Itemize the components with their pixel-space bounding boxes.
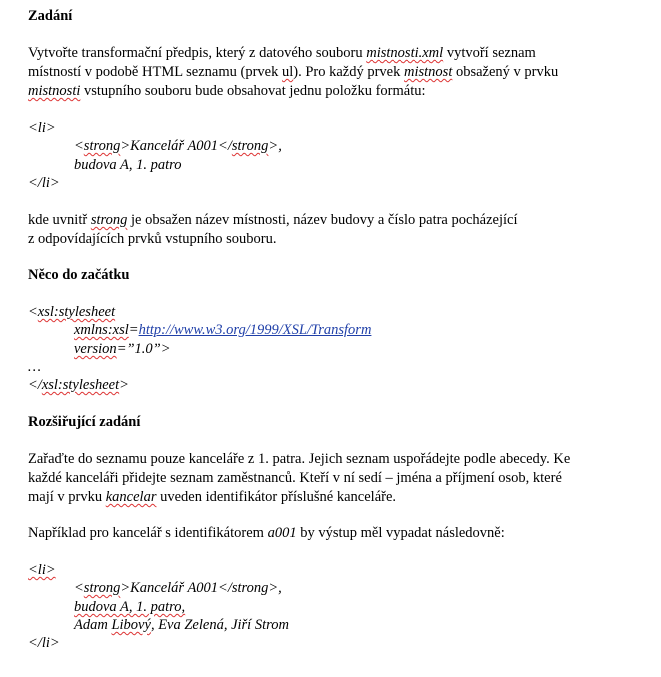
text: místností v podobě HTML seznamu (prvek [28,64,282,80]
code-li-open: <li> [28,120,56,136]
paragraph-line: kde uvnitř strong je obsažen název místn… [28,211,518,229]
text: >, [268,138,282,154]
code-line: version=”1.0”> [74,340,171,358]
text: je obsažen název místnosti, název budovy… [127,212,518,228]
code-strong: strong [83,580,121,596]
text: < [74,138,84,154]
paragraph-line: místností v podobě HTML seznamu (prvek u… [28,63,558,81]
filename-mistnosti-xml: mistnosti.xml [366,45,444,61]
code-xmlns-xsl: xmlns:xsl [74,322,129,338]
code-line: xmlns:xsl=http://www.w3.org/1999/XSL/Tra… [74,321,371,339]
document-page: Zadání Vytvořte transformační předpis, k… [0,0,661,677]
code-li-open: <li> [28,562,56,578]
code-line: <strong>Kancelář A001</strong>, [74,579,282,597]
code-strong: strong [83,138,121,154]
code-line: <strong>Kancelář A001</strong>, [74,137,282,155]
text: ). Pro každý prvek [293,64,404,80]
text: < [28,304,38,320]
code-ellipsis: … [28,359,41,375]
xsl-namespace-link[interactable]: http://www.w3.org/1999/XSL/Transform [139,322,372,338]
element-ul: ul [281,64,294,80]
element-strong: strong [90,212,128,228]
code-line: budova A, 1. patro, [74,599,186,615]
element-kancelar: kancelar [105,489,157,505]
heading-zadani: Zadání [28,8,73,24]
name-libovy: Libový [111,617,151,633]
text: uveden identifikátor příslušné kanceláře… [156,489,397,505]
code-strong: strong [231,138,269,154]
code-li-close: </li> [28,635,60,651]
text: Například pro kancelář s identifikátorem [28,525,268,541]
text: vytvoří seznam [443,45,536,61]
text: , Eva Zelená, Jiří Strom [150,617,289,633]
code-line: </xsl:stylesheet> [28,376,129,394]
text: =”1.0”> [116,341,171,357]
element-mistnost: mistnost [404,64,453,80]
paragraph-line: Například pro kancelář s identifikátorem… [28,524,505,542]
paragraph-line: mistnosti vstupního souboru bude obsahov… [28,82,426,100]
code-version: version [74,341,117,357]
paragraph-line: z odpovídajících prvků vstupního souboru… [28,231,277,247]
text: obsažený v prvku [452,64,559,80]
text: >Kancelář A001</ [120,138,232,154]
text: by výstup měl vypadat následovně: [296,525,505,541]
paragraph-line: každé kanceláři přidejte seznam zaměstna… [28,470,562,486]
code-li-close: </li> [28,175,60,191]
code-line: Adam Libový, Eva Zelená, Jiří Strom [74,616,289,634]
text: vstupního souboru bude obsahovat jednu p… [80,83,426,99]
text: </ [28,377,42,393]
code-line: <xsl:stylesheet [28,303,115,321]
heading-rozsirujici-zadani: Rozšiřující zadání [28,414,141,430]
code-xsl-stylesheet: xsl:stylesheet [37,304,116,320]
text: >Kancelář A001</strong>, [120,580,282,596]
text: Adam [74,617,112,633]
text: > [119,377,129,393]
code-xsl-stylesheet: xsl:stylesheet [41,377,120,393]
text: < [74,580,84,596]
text: = [128,322,139,338]
text: kde uvnitř [28,212,91,228]
paragraph-line: Vytvořte transformační předpis, který z … [28,44,536,62]
heading-neco-do-zacatku: Něco do začátku [28,267,130,283]
element-mistnosti: mistnosti [28,83,81,99]
code-line: budova A, 1. patro [74,157,182,173]
identifier-a001: a001 [267,525,297,541]
paragraph-line: Zařaďte do seznamu pouze kanceláře z 1. … [28,451,571,467]
paragraph-line: mají v prvku kancelar uveden identifikát… [28,488,396,506]
text: Vytvořte transformační předpis, který z … [28,45,367,61]
text: mají v prvku [28,489,106,505]
